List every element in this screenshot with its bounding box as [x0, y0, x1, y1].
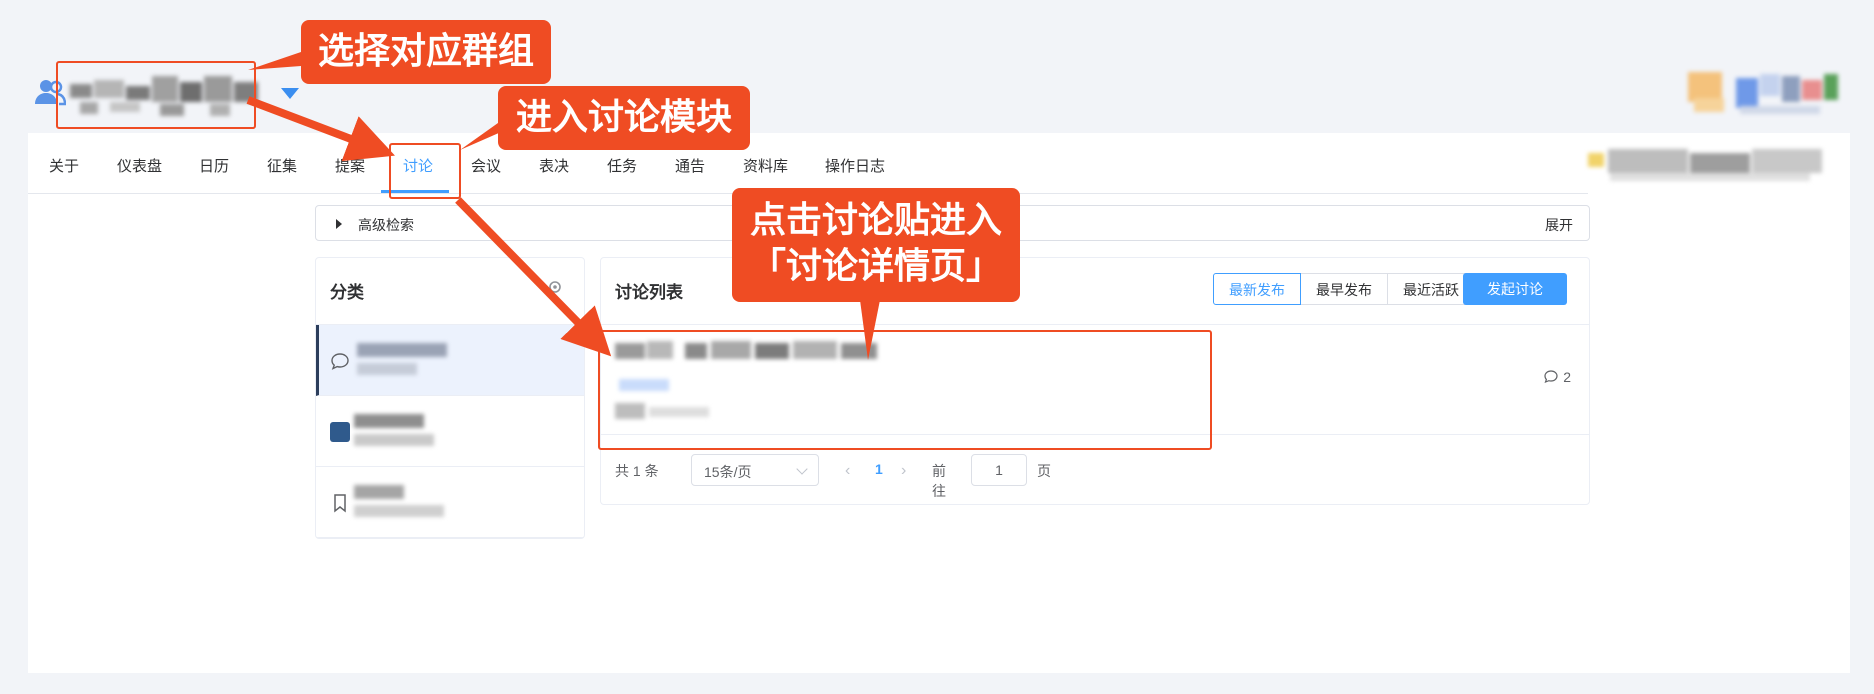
- category-item[interactable]: [316, 325, 584, 396]
- highlight-post: [598, 330, 1212, 450]
- chevron-down-icon: [796, 463, 808, 475]
- page-size-select[interactable]: 15条/页: [691, 454, 819, 486]
- tab-notice[interactable]: 通告: [675, 155, 705, 176]
- category-panel: 分类: [315, 257, 585, 539]
- gear-icon[interactable]: [546, 278, 564, 296]
- sort-oldest-button[interactable]: 最早发布: [1300, 273, 1388, 305]
- highlight-group-selector: [56, 61, 256, 129]
- tab-library[interactable]: 资料库: [743, 155, 788, 176]
- highlight-discussion-tab: [389, 143, 461, 199]
- goto-label: 前往: [932, 463, 946, 499]
- tab-about[interactable]: 关于: [49, 155, 79, 176]
- page-unit-label: 页: [1037, 463, 1051, 479]
- tab-task[interactable]: 任务: [607, 155, 637, 176]
- module-tabs: 关于 仪表盘 日历 征集 提案 讨论 会议 表决 任务 通告 资料库 操作日志: [28, 133, 1588, 194]
- tab-meeting[interactable]: 会议: [471, 155, 501, 176]
- tab-dashboard[interactable]: 仪表盘: [117, 155, 162, 176]
- category-label: [357, 341, 457, 381]
- annotation-select-group: 选择对应群组: [301, 20, 551, 84]
- caret-right-icon: [336, 219, 342, 229]
- annotation-click-post-line2: 「讨论详情页」: [749, 246, 1002, 287]
- category-item[interactable]: [316, 467, 584, 538]
- total-count: 共 1 条: [615, 463, 659, 479]
- user-info: [1580, 143, 1850, 187]
- tab-collection[interactable]: 征集: [267, 155, 297, 176]
- next-page-icon[interactable]: ›: [901, 462, 906, 480]
- sort-newest-button[interactable]: 最新发布: [1213, 273, 1301, 305]
- goto-page-input[interactable]: [971, 454, 1027, 486]
- tab-vote[interactable]: 表决: [539, 155, 569, 176]
- chat-bubble-icon: [331, 353, 349, 370]
- expand-button[interactable]: 展开: [1545, 215, 1573, 235]
- annotation-click-post-line1: 点击讨论贴进入: [749, 200, 1002, 241]
- caret-down-icon[interactable]: [281, 88, 299, 99]
- page-size-value: 15条/页: [704, 464, 752, 480]
- comment-count-value: 2: [1563, 369, 1571, 385]
- category-label: [354, 412, 454, 452]
- page-number-current[interactable]: 1: [875, 461, 883, 477]
- tab-calendar[interactable]: 日历: [199, 155, 229, 176]
- bookmark-icon: [334, 494, 346, 513]
- prev-page-icon[interactable]: ‹: [845, 462, 850, 480]
- annotation-enter-discussion: 进入讨论模块: [498, 86, 750, 150]
- category-label: [354, 483, 454, 523]
- annotation-click-post: 点击讨论贴进入 「讨论详情页」: [732, 188, 1020, 302]
- folder-icon: [330, 422, 350, 442]
- advanced-search-label: 高级检索: [358, 217, 414, 233]
- sort-active-button[interactable]: 最近活跃: [1387, 273, 1475, 305]
- discussion-list-title: 讨论列表: [615, 283, 683, 302]
- category-title: 分类: [330, 283, 364, 302]
- category-item[interactable]: [316, 396, 584, 467]
- new-discussion-button[interactable]: 发起讨论: [1463, 273, 1567, 305]
- comment-icon: [1544, 370, 1558, 384]
- user-avatar[interactable]: [1680, 66, 1860, 124]
- tab-proposal[interactable]: 提案: [335, 155, 365, 176]
- comment-count: 2: [1543, 369, 1571, 385]
- tab-operation-log[interactable]: 操作日志: [825, 155, 885, 176]
